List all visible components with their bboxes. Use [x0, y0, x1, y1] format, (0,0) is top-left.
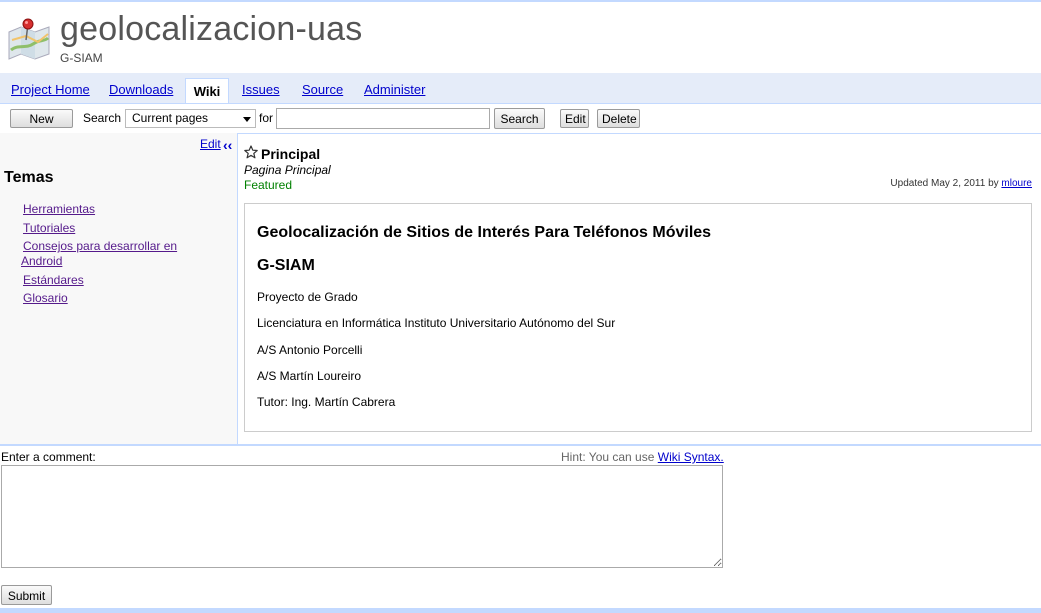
wiki-syntax-link[interactable]: Wiki Syntax. — [658, 450, 724, 464]
search-label: Search — [83, 111, 122, 125]
comment-hint-text: Hint: You can use — [561, 450, 655, 464]
content-paragraph: A/S Antonio Porcelli — [257, 343, 363, 357]
sidebar-item-consejos-cont[interactable]: Android — [21, 254, 62, 268]
main-tab-bar: Project Home Downloads Wiki Issues Sourc… — [0, 73, 1041, 106]
project-title[interactable]: geolocalizacion-uas — [60, 10, 362, 49]
content-paragraph: Proyecto de Grado — [257, 290, 358, 304]
content-paragraph: Licenciatura en Informática Instituto Un… — [257, 316, 616, 330]
content-paragraph: A/S Martín Loureiro — [257, 369, 362, 383]
tab-administer[interactable]: Administer — [364, 82, 425, 97]
delete-button[interactable]: Delete — [597, 109, 640, 128]
project-header: geolocalizacion-uas G-SIAM — [0, 2, 1041, 73]
sidebar-item-glosario[interactable]: Glosario — [23, 291, 68, 305]
sidebar-item-estandares[interactable]: Estándares — [23, 273, 84, 287]
star-icon[interactable] — [244, 145, 258, 159]
search-button[interactable]: Search — [494, 108, 545, 129]
for-label: for — [259, 111, 274, 125]
wiki-toolbar: New page Search Current pages for Search… — [0, 103, 1041, 145]
bottom-border — [0, 608, 1041, 613]
updated-text: Updated May 2, 2011 by — [890, 178, 999, 189]
tab-issues[interactable]: Issues — [242, 82, 280, 97]
sidebar-edit-link[interactable]: Edit — [200, 137, 221, 151]
comment-label: Enter a comment: — [1, 450, 96, 464]
new-page-button[interactable]: New page — [10, 109, 73, 145]
page-summary: Pagina Principal — [244, 163, 331, 177]
sidebar-collapse-icon[interactable]: ‹‹ — [223, 137, 232, 153]
tab-source[interactable]: Source — [302, 82, 343, 97]
edit-button[interactable]: Edit — [560, 109, 589, 128]
search-scope-select[interactable]: Current pages — [125, 109, 256, 128]
submit-button[interactable]: Submit — [1, 585, 52, 605]
page-title: Principal — [261, 146, 321, 162]
content-paragraph: Tutor: Ing. Martín Cabrera — [257, 395, 396, 409]
wiki-content: Geolocalización de Sitios de Interés Par… — [244, 203, 1032, 432]
wiki-sidebar: Edit ‹‹ Temas Herramientas Tutoriales Co… — [0, 133, 237, 444]
project-summary: G-SIAM — [60, 51, 103, 65]
page-label-featured: Featured — [244, 178, 293, 192]
sidebar-item-herramientas[interactable]: Herramientas — [23, 202, 95, 216]
dropdown-arrow-icon — [243, 117, 251, 122]
tab-wiki[interactable]: Wiki — [185, 78, 229, 106]
project-logo-icon[interactable] — [6, 16, 52, 62]
updated-info: Updated May 2, 2011 by mloure — [890, 178, 1032, 189]
search-query-input[interactable] — [276, 108, 490, 129]
search-scope-value: Current pages — [132, 111, 209, 125]
comment-hint: Hint: You can use Wiki Syntax. — [561, 450, 724, 464]
tab-project-home[interactable]: Project Home — [11, 82, 90, 97]
comment-divider — [0, 444, 1041, 446]
sidebar-heading: Temas — [4, 169, 54, 186]
content-heading-2: G-SIAM — [257, 257, 315, 274]
content-heading-1: Geolocalización de Sitios de Interés Par… — [257, 224, 712, 241]
sidebar-item-consejos[interactable]: Consejos para desarrollar en — [23, 239, 177, 253]
comment-textarea[interactable] — [1, 465, 723, 568]
sidebar-item-tutoriales[interactable]: Tutoriales — [23, 221, 75, 235]
author-link[interactable]: mloure — [1001, 178, 1032, 189]
sidebar-divider — [237, 133, 238, 444]
tab-downloads[interactable]: Downloads — [109, 82, 173, 97]
